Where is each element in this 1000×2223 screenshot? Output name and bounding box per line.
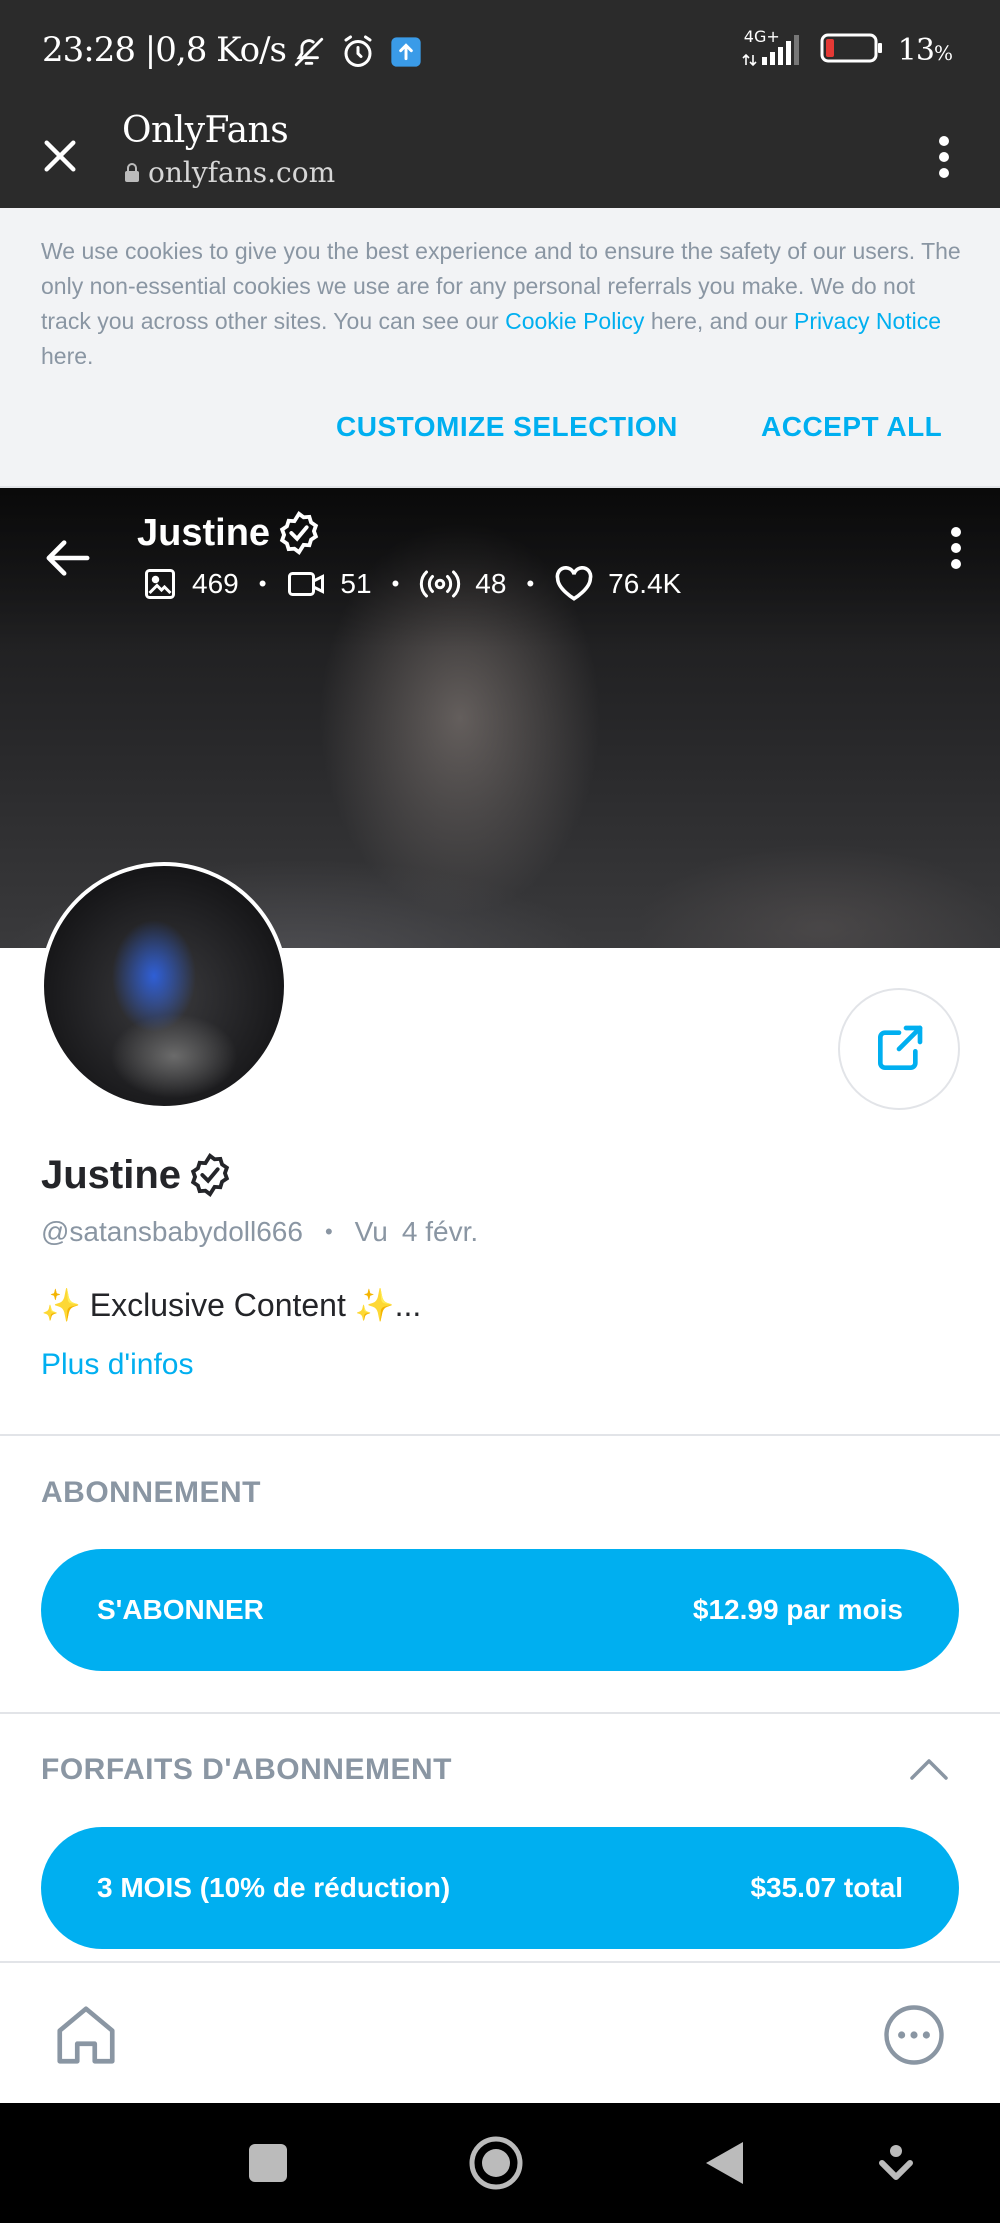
status-separator: | <box>144 30 157 70</box>
alarm-icon <box>340 34 376 75</box>
avatar[interactable] <box>40 862 288 1110</box>
status-bar: 23:28 |0,8 Ko/s 4G+ 13% <box>0 0 1000 108</box>
arrow-left-icon <box>46 540 90 576</box>
cover-name: Justine <box>137 511 271 554</box>
profile-bio: ✨ Exclusive Content ✨... <box>41 1287 422 1323</box>
collapse-bundles-button[interactable] <box>904 1752 954 1786</box>
stat-streams: 48 <box>419 566 506 602</box>
stat-separator: • <box>391 571 400 596</box>
battery-percentage: 13% <box>897 33 953 68</box>
share-icon <box>878 1025 923 1070</box>
stat-videos: 51 <box>286 566 372 602</box>
nav-home-button[interactable] <box>50 1999 122 2071</box>
url-text: onlyfans.com <box>148 156 336 189</box>
meta-separator: • <box>324 1219 333 1244</box>
profile-menu-button[interactable] <box>936 518 976 578</box>
more-horizontal-circle-icon <box>884 2005 944 2065</box>
browser-toolbar: OnlyFans onlyfans.com <box>0 108 1000 208</box>
system-navigation-bar <box>0 2103 1000 2223</box>
home-icon <box>57 2006 115 2064</box>
upload-notification-icon <box>390 36 422 73</box>
cover-name-row: Justine <box>137 510 322 556</box>
bundle-button[interactable]: 3 MOIS (10% de réduction) $35.07 total <box>41 1827 959 1949</box>
cookie-banner: We use cookies to give you the best expe… <box>0 208 1000 488</box>
close-button[interactable] <box>38 124 82 188</box>
status-time: 23:28 |0,8 Ko/s <box>42 30 287 70</box>
stat-separator: • <box>526 571 535 596</box>
cookie-actions: CUSTOMIZE SELECTION ACCEPT ALL <box>0 411 1000 461</box>
bell-off-icon <box>292 35 326 74</box>
subscribe-button[interactable]: S'ABONNER $12.99 par mois <box>41 1549 959 1671</box>
last-seen-label: Vu <box>354 1216 388 1247</box>
battery-icon <box>820 32 884 69</box>
accept-all-button[interactable]: ACCEPT ALL <box>761 411 942 443</box>
live-stream-icon <box>420 570 461 598</box>
bundle-label: 3 MOIS (10% de réduction) <box>97 1872 451 1903</box>
verified-badge-icon <box>279 511 319 555</box>
profile-name: Justine <box>41 1152 182 1197</box>
close-icon <box>44 140 76 172</box>
stat-likes: 76.4K <box>554 566 681 602</box>
chevron-up-icon <box>910 1759 948 1780</box>
divider <box>0 1712 1000 1714</box>
stat-photos: 469 <box>142 566 239 602</box>
back-system-button[interactable] <box>694 2133 754 2193</box>
heart-icon <box>555 566 593 601</box>
bundles-section-title: FORFAITS D'ABONNEMENT <box>41 1753 452 1786</box>
hide-nav-button[interactable] <box>866 2133 926 2193</box>
back-button[interactable] <box>38 528 98 588</box>
image-icon <box>145 569 175 599</box>
bundle-price: $35.07 total <box>750 1872 903 1903</box>
share-button[interactable] <box>838 988 960 1110</box>
status-icons-left <box>292 34 422 75</box>
subscription-section-title: ABONNEMENT <box>41 1476 261 1509</box>
subscribe-label: S'ABONNER <box>97 1594 264 1625</box>
more-info-link[interactable]: Plus d'infos <box>41 1348 193 1382</box>
network-speed: 0,8 Ko/s <box>155 30 287 70</box>
video-icon <box>288 572 325 596</box>
square-icon <box>249 2144 287 2182</box>
bottom-nav <box>0 1961 1000 2103</box>
more-vertical-icon <box>939 136 949 178</box>
nav-more-button[interactable] <box>878 1999 950 2071</box>
subscribe-price: $12.99 par mois <box>692 1594 903 1625</box>
profile-name-row: Justine <box>41 1152 233 1198</box>
divider <box>0 1434 1000 1436</box>
customize-selection-button[interactable]: CUSTOMIZE SELECTION <box>336 411 678 443</box>
status-icons-right: 4G+ 13% <box>742 27 953 69</box>
browser-menu-button[interactable] <box>914 122 974 192</box>
stat-separator: • <box>258 571 267 596</box>
cookie-policy-link[interactable]: Cookie Policy <box>505 308 644 334</box>
profile-handle: @satansbabydoll666 <box>41 1216 303 1247</box>
home-system-button[interactable] <box>466 2133 526 2193</box>
signal-icon: 4G+ <box>742 27 806 69</box>
clock-text: 23:28 <box>42 30 136 70</box>
circle-home-icon <box>469 2136 523 2190</box>
browser-page-title: OnlyFans <box>122 110 289 151</box>
triangle-back-icon <box>706 2142 743 2184</box>
cookie-text: We use cookies to give you the best expe… <box>41 238 961 369</box>
more-vertical-icon <box>951 527 961 569</box>
profile-meta: @satansbabydoll666 • Vu 4 févr. <box>41 1216 478 1248</box>
verified-badge-icon <box>190 1153 230 1197</box>
lock-icon <box>125 162 139 182</box>
privacy-notice-link[interactable]: Privacy Notice <box>794 308 941 334</box>
cover-stats: 469 • 51 • 48 • 76.4K <box>142 566 681 602</box>
recents-button[interactable] <box>238 2133 298 2193</box>
browser-url[interactable]: onlyfans.com <box>124 156 335 189</box>
chevron-down-icon <box>879 2145 913 2180</box>
last-seen-date: 4 févr. <box>401 1216 479 1247</box>
